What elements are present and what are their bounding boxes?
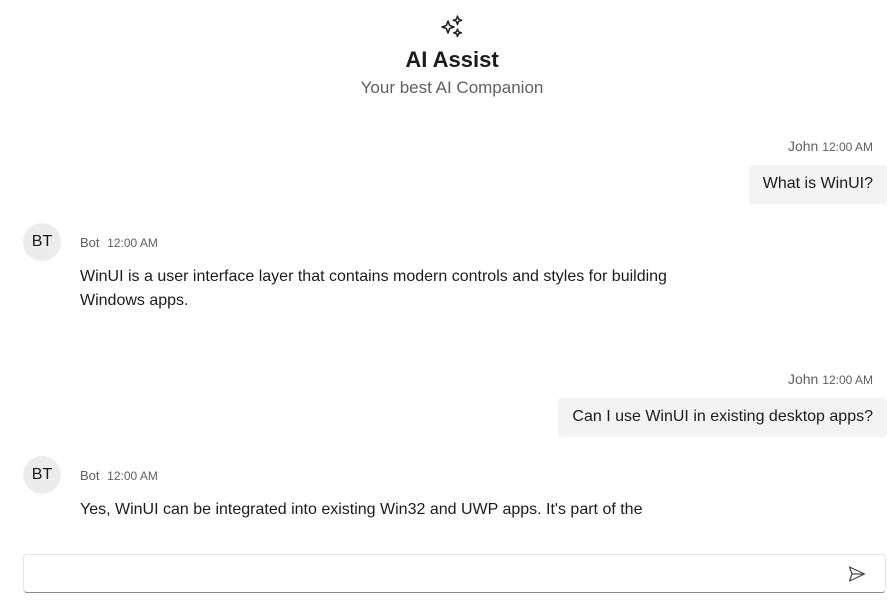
message-time: 12:00 AM — [107, 236, 158, 250]
message-author: Bot — [80, 235, 100, 250]
message-bubble: Can I use WinUI in existing desktop apps… — [558, 398, 887, 437]
incoming-message: BT Bot 12:00 AM Yes, WinUI can be integr… — [23, 456, 723, 536]
outgoing-message: John 12:00 AM What is WinUI? — [748, 136, 887, 204]
avatar: BT — [23, 223, 61, 261]
message-input[interactable] — [34, 555, 838, 594]
message-time: 12:00 AM — [822, 140, 873, 154]
message-meta: Bot 12:00 AM — [80, 467, 158, 485]
page-subtitle: Your best AI Companion — [360, 78, 544, 97]
sparkle-icon — [441, 15, 463, 38]
chat-header: AI Assist Your best AI Companion — [0, 14, 895, 99]
message-author: Bot — [80, 468, 100, 483]
incoming-message: BT Bot 12:00 AM WinUI is a user interfac… — [23, 223, 723, 323]
message-list[interactable]: John 12:00 AM What is WinUI? BT Bot 12:00… — [0, 126, 895, 546]
message-author: John — [787, 371, 819, 387]
message-bubble: What is WinUI? — [748, 165, 887, 204]
message-author: John — [787, 138, 819, 154]
message-text: WinUI is a user interface layer that con… — [80, 268, 667, 309]
page-title: AI Assist — [405, 47, 499, 72]
message-meta: Bot 12:00 AM — [80, 234, 158, 252]
outgoing-message: John 12:00 AM Can I use WinUI in existing… — [558, 369, 887, 437]
message-meta: John 12:00 AM — [558, 369, 873, 389]
avatar: BT — [23, 456, 61, 494]
message-time: 12:00 AM — [822, 373, 873, 387]
message-meta: John 12:00 AM — [749, 136, 873, 156]
message-composer — [23, 554, 886, 594]
send-icon[interactable] — [847, 564, 867, 584]
message-text: Yes, WinUI can be integrated into existi… — [80, 501, 643, 518]
message-time: 12:00 AM — [107, 469, 158, 483]
chat-window: AI Assist Your best AI Companion John 12:… — [0, 0, 895, 610]
